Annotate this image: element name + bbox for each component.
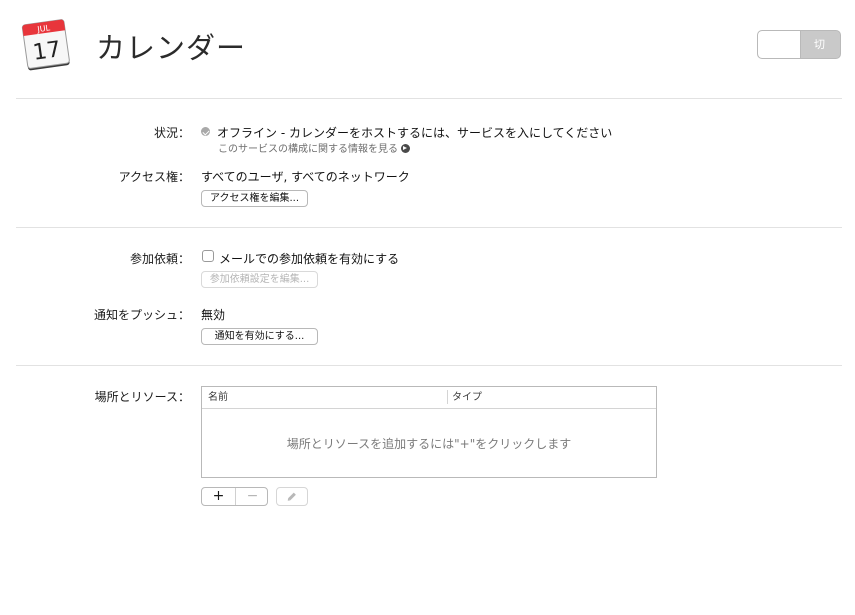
- push-label: 通知をプッシュ：: [93, 308, 190, 322]
- column-header-name[interactable]: 名前: [208, 387, 228, 408]
- add-remove-control[interactable]: + −: [201, 487, 268, 506]
- add-button[interactable]: +: [202, 488, 235, 505]
- arrow-circle-right-icon[interactable]: [401, 144, 410, 153]
- calendar-icon-day: 17: [31, 37, 62, 66]
- divider: [16, 227, 842, 228]
- invitations-label: 参加依頼：: [129, 252, 190, 266]
- switch-state-label: 切: [814, 38, 825, 51]
- locations-label: 場所とリソース：: [94, 390, 190, 404]
- edit-invitation-settings-button[interactable]: 参加依頼設定を編集...: [201, 271, 318, 288]
- switch-knob[interactable]: [758, 31, 801, 58]
- edit-resource-button[interactable]: [276, 487, 308, 506]
- calendar-icon: JUL 17: [21, 19, 70, 71]
- email-invitations-checkbox[interactable]: [202, 250, 214, 262]
- status-text: オフライン - カレンダーをホストするには、サービスを入にしてください: [217, 126, 613, 140]
- enable-push-button[interactable]: 通知を有効にする...: [201, 328, 318, 345]
- column-separator: [447, 390, 448, 404]
- locations-table[interactable]: 名前 タイプ 場所とリソースを追加するには"+"をクリックします: [201, 386, 657, 478]
- column-header-type[interactable]: タイプ: [452, 387, 482, 408]
- table-empty-message: 場所とリソースを追加するには"+"をクリックします: [286, 437, 572, 451]
- edit-access-button[interactable]: アクセス権を編集...: [201, 190, 308, 207]
- email-invitations-checkbox-label[interactable]: メールでの参加依頼を有効にする: [219, 250, 399, 267]
- access-value: すべてのユーザ, すべてのネットワーク: [201, 170, 410, 184]
- access-label: アクセス権：: [118, 170, 190, 184]
- divider: [16, 365, 842, 366]
- push-value: 無効: [201, 308, 226, 322]
- pencil-icon: [287, 492, 296, 501]
- calendar-app-icon: JUL 17: [19, 16, 73, 74]
- table-header: 名前 タイプ: [202, 387, 656, 409]
- status-offline-icon: [201, 127, 210, 136]
- service-info-link-text[interactable]: このサービスの構成に関する情報を見る: [218, 144, 398, 155]
- service-power-switch[interactable]: 切: [757, 30, 841, 59]
- page-title: カレンダー: [96, 31, 247, 65]
- service-info-link[interactable]: このサービスの構成に関する情報を見る: [218, 140, 410, 155]
- status-label: 状況：: [153, 126, 190, 140]
- remove-button[interactable]: −: [236, 488, 267, 505]
- divider: [16, 98, 842, 99]
